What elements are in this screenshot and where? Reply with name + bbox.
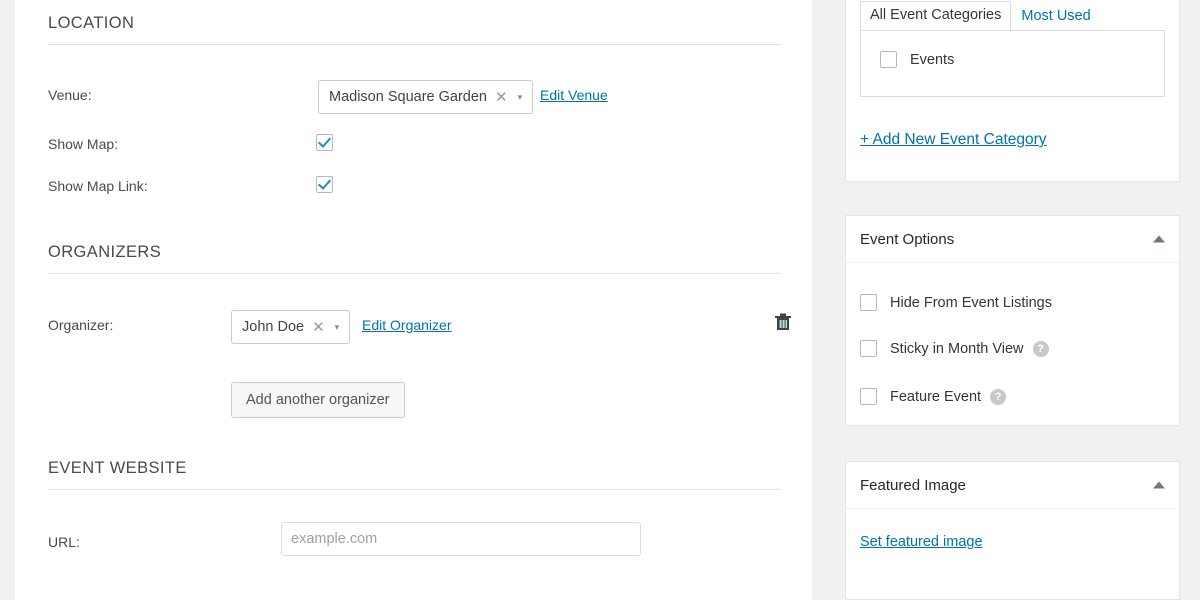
venue-selected-value: Madison Square Garden xyxy=(329,89,487,105)
event-options-title: Event Options xyxy=(860,230,955,248)
option-sticky-in-month-view[interactable]: Sticky in Month View ? xyxy=(860,340,1049,357)
chevron-down-icon[interactable]: ▾ xyxy=(335,322,340,332)
option-feature-event[interactable]: Feature Event ? xyxy=(860,388,1007,405)
show-map-link-field-row: Show Map Link: xyxy=(48,176,781,206)
event-categories-tabs: All Event Categories Most Used xyxy=(860,1,1101,32)
event-website-section-title: EVENT WEBSITE xyxy=(48,459,781,490)
organizer-select[interactable]: John Doe ✕ ▾ xyxy=(231,310,351,344)
edit-organizer-link[interactable]: Edit Organizer xyxy=(362,317,451,333)
show-map-link-checkbox[interactable] xyxy=(316,176,333,193)
organizer-selected-value: John Doe xyxy=(242,319,305,335)
feature-event-checkbox[interactable] xyxy=(860,388,877,405)
add-new-event-category-link[interactable]: + Add New Event Category xyxy=(860,131,1047,149)
category-item-events[interactable]: Events xyxy=(880,51,954,68)
option-hide-from-event-listings[interactable]: Hide From Event Listings xyxy=(860,294,1052,311)
event-options-header: Event Options xyxy=(846,216,1179,263)
venue-field-row: Venue: Madison Square Garden ✕ ▾ Edit Ve… xyxy=(48,80,781,115)
help-icon[interactable]: ? xyxy=(990,388,1007,405)
category-events-label: Events xyxy=(910,51,955,68)
help-icon[interactable]: ? xyxy=(1032,340,1049,357)
url-label: URL: xyxy=(48,534,80,550)
hide-from-event-listings-checkbox[interactable] xyxy=(860,294,877,311)
show-map-field-row: Show Map: xyxy=(48,134,781,164)
chevron-up-icon[interactable] xyxy=(1153,481,1165,489)
tab-all-event-categories[interactable]: All Event Categories xyxy=(860,1,1012,32)
organizers-section: ORGANIZERS Organizer: John Doe ✕ ▾ Edit … xyxy=(48,243,791,418)
url-input[interactable] xyxy=(281,522,641,556)
event-categories-list: Events xyxy=(860,30,1165,97)
delete-organizer-icon[interactable] xyxy=(774,312,792,332)
feature-event-label: Feature Event xyxy=(890,388,982,405)
event-editor-main-panel: LOCATION Venue: Madison Square Garden ✕ … xyxy=(15,0,812,600)
sticky-in-month-view-checkbox[interactable] xyxy=(860,340,877,357)
show-map-link-label: Show Map Link: xyxy=(48,178,148,194)
event-options-panel: Event Options Hide From Event Listings S… xyxy=(845,215,1180,426)
chevron-up-icon[interactable] xyxy=(1153,235,1165,243)
venue-select[interactable]: Madison Square Garden ✕ ▾ xyxy=(318,80,534,114)
location-section-title: LOCATION xyxy=(48,14,781,45)
featured-image-header: Featured Image xyxy=(846,462,1179,509)
show-map-checkbox[interactable] xyxy=(316,134,333,151)
url-field-row: URL: xyxy=(48,522,781,562)
category-events-checkbox[interactable] xyxy=(880,51,897,68)
event-categories-panel: All Event Categories Most Used Events + … xyxy=(845,0,1180,182)
featured-image-title: Featured Image xyxy=(860,476,966,494)
chevron-down-icon[interactable]: ▾ xyxy=(518,92,523,102)
set-featured-image-link[interactable]: Set featured image xyxy=(860,534,983,550)
organizers-section-title: ORGANIZERS xyxy=(48,243,781,274)
show-map-label: Show Map: xyxy=(48,136,119,152)
organizer-field-row: Organizer: John Doe ✕ ▾ Edit Organizer xyxy=(48,310,791,345)
event-website-section: EVENT WEBSITE URL: xyxy=(48,459,781,556)
tab-most-used[interactable]: Most Used xyxy=(1011,2,1100,32)
featured-image-panel: Featured Image Set featured image xyxy=(845,461,1180,600)
location-section: LOCATION Venue: Madison Square Garden ✕ … xyxy=(48,14,781,194)
venue-label: Venue: xyxy=(48,87,92,103)
edit-venue-link[interactable]: Edit Venue xyxy=(540,87,608,103)
organizer-clear-icon[interactable]: ✕ xyxy=(312,320,325,335)
venue-clear-icon[interactable]: ✕ xyxy=(495,90,508,105)
hide-from-event-listings-label: Hide From Event Listings xyxy=(890,294,1052,311)
add-another-organizer-button[interactable]: Add another organizer xyxy=(231,382,405,418)
organizer-label: Organizer: xyxy=(48,317,114,333)
sticky-in-month-view-label: Sticky in Month View xyxy=(890,340,1024,357)
